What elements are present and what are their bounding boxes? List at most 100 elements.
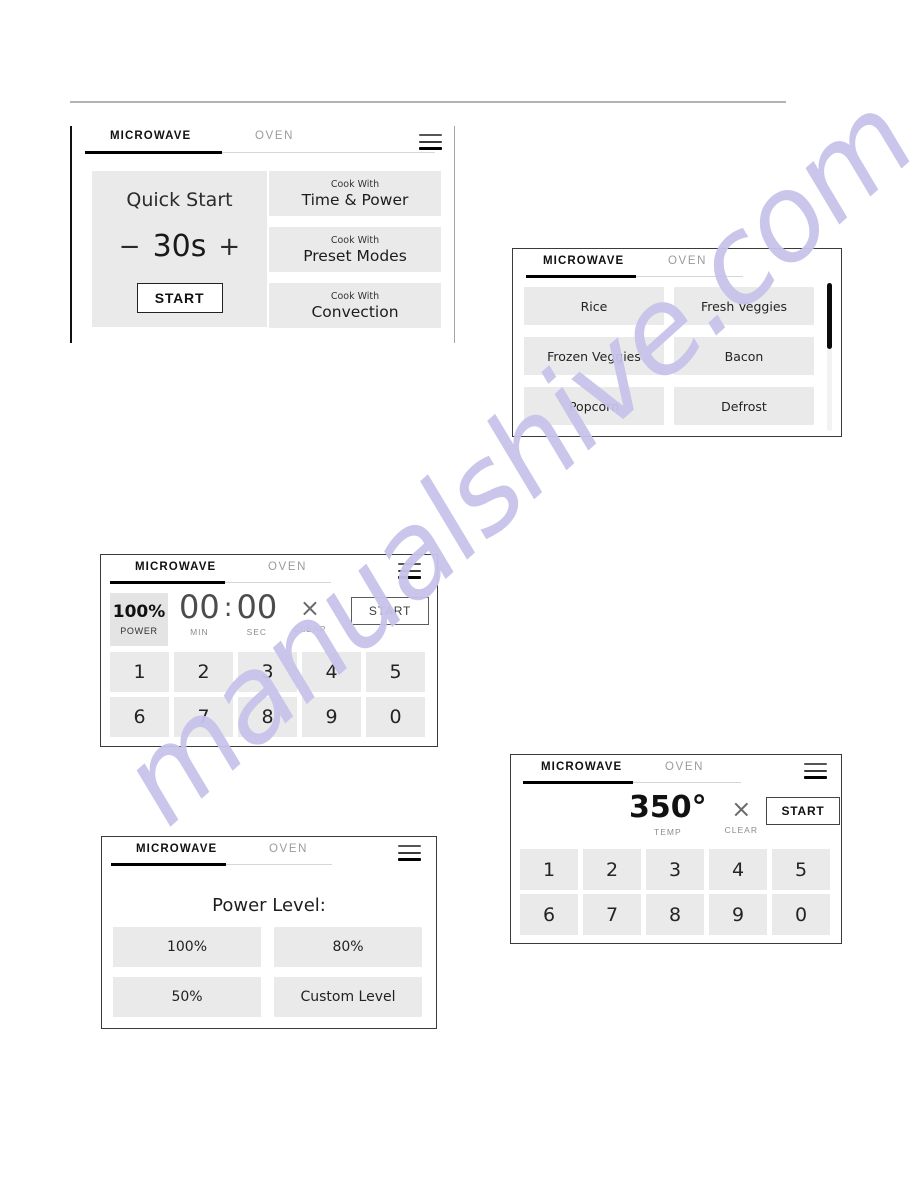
key-5[interactable]: 5 xyxy=(772,849,830,890)
tab-active-underline xyxy=(111,863,226,866)
tab-rest-underline xyxy=(226,864,332,865)
key-3[interactable]: 3 xyxy=(238,652,297,692)
tab-oven[interactable]: OVEN xyxy=(268,561,307,573)
key-4[interactable]: 4 xyxy=(302,652,361,692)
menu-bar-1 xyxy=(398,845,421,847)
key-0[interactable]: 0 xyxy=(772,894,830,935)
preset-scrollbar-thumb[interactable] xyxy=(827,283,832,349)
power-option-50[interactable]: 50% xyxy=(113,977,261,1017)
tab-oven[interactable]: OVEN xyxy=(269,843,308,855)
temp-value: 350° xyxy=(629,790,707,825)
menu-bar-3 xyxy=(419,147,442,150)
tab-rest-underline xyxy=(633,782,741,783)
tab-oven[interactable]: OVEN xyxy=(665,761,704,773)
cook-with-preset-modes-button[interactable]: Cook With Preset Modes xyxy=(269,227,441,272)
hamburger-menu-icon[interactable] xyxy=(419,134,442,150)
hamburger-menu-icon[interactable] xyxy=(398,845,421,861)
quick-start-start-button[interactable]: START xyxy=(136,283,223,313)
cook-with-convection-button[interactable]: Cook With Convection xyxy=(269,283,441,328)
power-option-custom[interactable]: Custom Level xyxy=(274,977,422,1017)
hamburger-menu-icon[interactable] xyxy=(398,563,421,579)
key-5[interactable]: 5 xyxy=(366,652,425,692)
tabbar: MICROWAVE OVEN xyxy=(102,837,436,871)
cook-mode-label-3: Convection xyxy=(311,302,399,321)
key-6[interactable]: 6 xyxy=(110,697,169,737)
oven-start-button[interactable]: START xyxy=(766,797,840,825)
power-option-80[interactable]: 80% xyxy=(274,927,422,967)
quick-start-title: Quick Start xyxy=(126,189,233,211)
tab-oven[interactable]: OVEN xyxy=(668,255,707,267)
power-level-value: 100% xyxy=(112,602,166,623)
seconds-field[interactable]: 00 SEC xyxy=(236,591,277,637)
power-level-title: Power Level: xyxy=(212,895,326,916)
preset-button-fresh-veggies[interactable]: Fresh Veggies xyxy=(674,287,814,325)
power-level-label: POWER xyxy=(120,625,158,636)
close-x-icon: × xyxy=(299,594,320,622)
tabbar: MICROWAVE OVEN xyxy=(511,755,841,789)
temp-field[interactable]: 350° TEMP xyxy=(629,790,707,838)
key-7[interactable]: 7 xyxy=(174,697,233,737)
minutes-label: MIN xyxy=(190,627,209,637)
preset-button-popcorn[interactable]: Popcorn xyxy=(524,387,664,425)
key-8[interactable]: 8 xyxy=(238,697,297,737)
tab-oven[interactable]: OVEN xyxy=(255,130,294,142)
key-2[interactable]: 2 xyxy=(174,652,233,692)
seconds-value: 00 xyxy=(236,588,278,626)
tab-active-underline xyxy=(110,581,225,584)
key-7[interactable]: 7 xyxy=(583,894,641,935)
panel-preset-modes: MICROWAVE OVEN Rice Fresh Veggies Frozen… xyxy=(512,248,842,437)
quick-start-time-value: 30s xyxy=(152,229,207,264)
clear-button[interactable]: × CLEAR xyxy=(725,797,758,835)
tab-microwave[interactable]: MICROWAVE xyxy=(136,843,217,855)
page-top-divider xyxy=(70,101,786,103)
temp-label: TEMP xyxy=(654,827,682,837)
time-separator: : xyxy=(223,593,233,623)
close-x-icon: × xyxy=(731,795,752,823)
clear-button[interactable]: × CLEAR xyxy=(293,596,326,634)
clear-label: CLEAR xyxy=(724,825,758,835)
menu-bar-1 xyxy=(398,563,421,565)
keypad-start-button[interactable]: START xyxy=(351,597,429,625)
cook-with-time-and-power-button[interactable]: Cook With Time & Power xyxy=(269,171,441,216)
seconds-label: SEC xyxy=(246,627,268,637)
key-2[interactable]: 2 xyxy=(583,849,641,890)
key-1[interactable]: 1 xyxy=(110,652,169,692)
key-9[interactable]: 9 xyxy=(709,894,767,935)
minus-icon[interactable]: − xyxy=(119,234,141,260)
tabbar: MICROWAVE OVEN xyxy=(101,555,437,589)
preset-button-bacon[interactable]: Bacon xyxy=(674,337,814,375)
power-level-chip[interactable]: 100% POWER xyxy=(110,593,168,646)
preset-button-rice[interactable]: Rice xyxy=(524,287,664,325)
tab-microwave[interactable]: MICROWAVE xyxy=(543,255,624,267)
key-4[interactable]: 4 xyxy=(709,849,767,890)
tab-active-underline xyxy=(523,781,633,784)
quick-start-card: Quick Start − 30s + START xyxy=(92,171,267,327)
tab-microwave[interactable]: MICROWAVE xyxy=(541,761,622,773)
key-9[interactable]: 9 xyxy=(302,697,361,737)
key-0[interactable]: 0 xyxy=(366,697,425,737)
preset-scrollbar-track[interactable] xyxy=(827,283,832,431)
preset-button-defrost[interactable]: Defrost xyxy=(674,387,814,425)
tab-rest-underline xyxy=(636,276,743,277)
cook-with-label-3: Cook With xyxy=(330,290,380,302)
panel-time-power-keypad: MICROWAVE OVEN 100% POWER 00 MIN : 00 SE… xyxy=(100,554,438,747)
menu-bar-2 xyxy=(419,140,442,143)
cook-mode-label-1: Time & Power xyxy=(301,190,409,209)
cook-with-label-1: Cook With xyxy=(330,178,380,190)
key-3[interactable]: 3 xyxy=(646,849,704,890)
minutes-field[interactable]: 00 MIN xyxy=(179,591,220,637)
plus-icon[interactable]: + xyxy=(218,234,240,260)
power-option-100[interactable]: 100% xyxy=(113,927,261,967)
tabbar: MICROWAVE OVEN xyxy=(513,249,841,283)
tab-rest-underline xyxy=(222,152,435,153)
tab-microwave[interactable]: MICROWAVE xyxy=(135,561,216,573)
key-1[interactable]: 1 xyxy=(520,849,578,890)
hamburger-menu-icon[interactable] xyxy=(804,763,827,779)
menu-bar-1 xyxy=(419,134,442,136)
preset-button-frozen-veggies[interactable]: Frozen Veggies xyxy=(524,337,664,375)
panel-quick-start: MICROWAVE OVEN Quick Start − 30s + START… xyxy=(70,126,455,343)
key-8[interactable]: 8 xyxy=(646,894,704,935)
key-6[interactable]: 6 xyxy=(520,894,578,935)
tab-microwave[interactable]: MICROWAVE xyxy=(110,130,191,142)
menu-bar-3 xyxy=(398,576,421,579)
